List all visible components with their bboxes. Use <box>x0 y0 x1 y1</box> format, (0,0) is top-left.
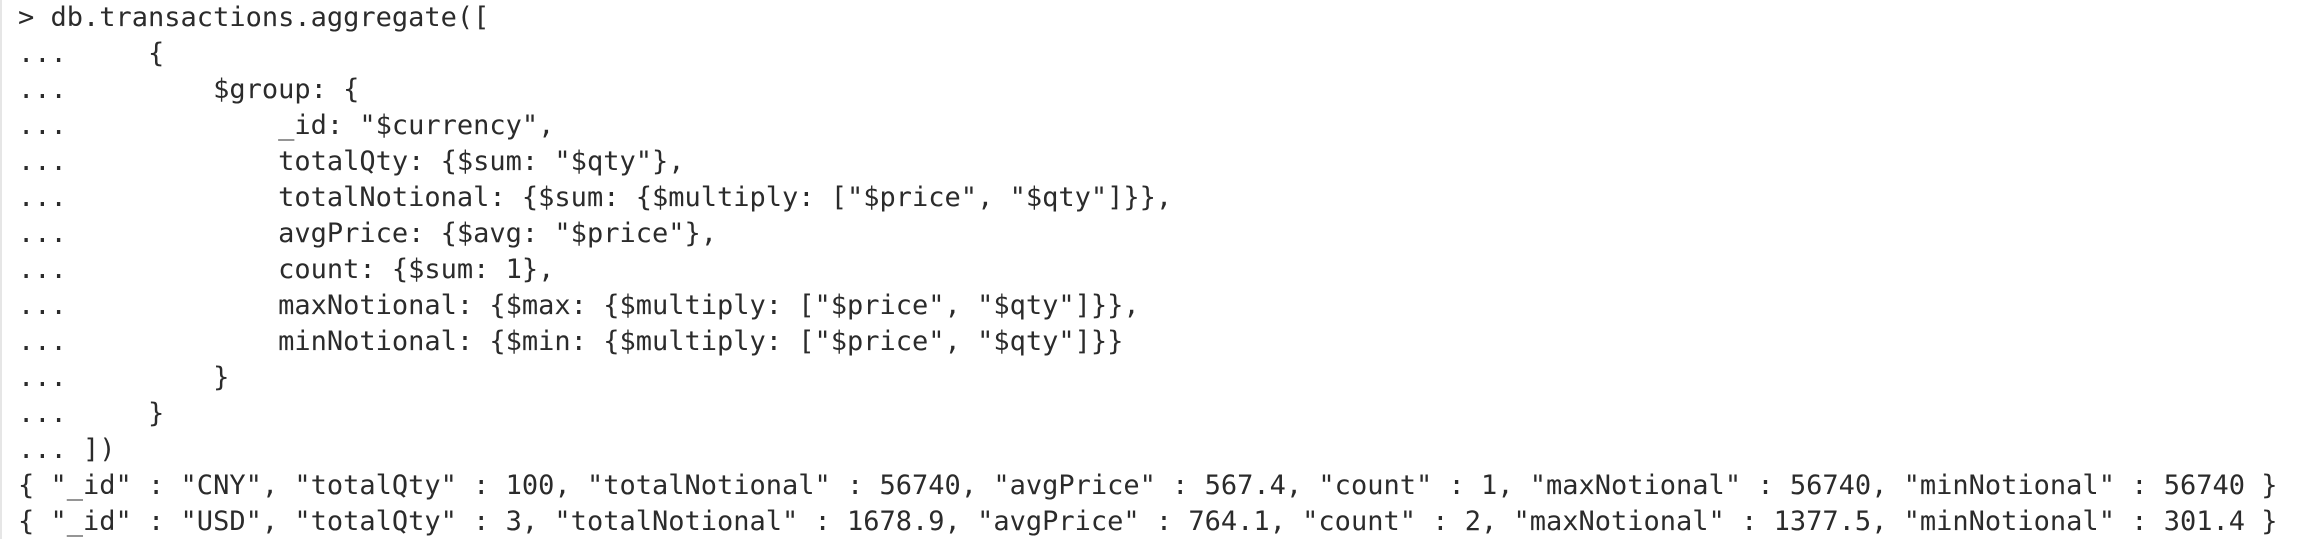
continuation-line: ... } <box>18 362 230 393</box>
continuation-line: ... count: {$sum: 1}, <box>18 254 555 285</box>
result-row: { "_id" : "USD", "totalQty" : 3, "totalN… <box>18 506 2278 537</box>
continuation-line: ... maxNotional: {$max: {$multiply: ["$p… <box>18 290 1140 321</box>
continuation-line: ... ]) <box>18 434 116 465</box>
continuation-line: ... _id: "$currency", <box>18 110 555 141</box>
continuation-line: ... totalQty: {$sum: "$qty"}, <box>18 146 685 177</box>
continuation-line: ... $group: { <box>18 74 360 105</box>
result-row: { "_id" : "CNY", "totalQty" : 100, "tota… <box>18 470 2278 501</box>
continuation-line: ... } <box>18 398 165 429</box>
continuation-line: ... avgPrice: {$avg: "$price"}, <box>18 218 717 249</box>
continuation-line: ... minNotional: {$min: {$multiply: ["$p… <box>18 326 1124 357</box>
terminal-output[interactable]: > db.transactions.aggregate([ ... { ... … <box>0 0 2299 539</box>
continuation-line: ... { <box>18 38 165 69</box>
prompt-command-line: > db.transactions.aggregate([ <box>18 2 490 33</box>
continuation-line: ... totalNotional: {$sum: {$multiply: ["… <box>18 182 1173 213</box>
